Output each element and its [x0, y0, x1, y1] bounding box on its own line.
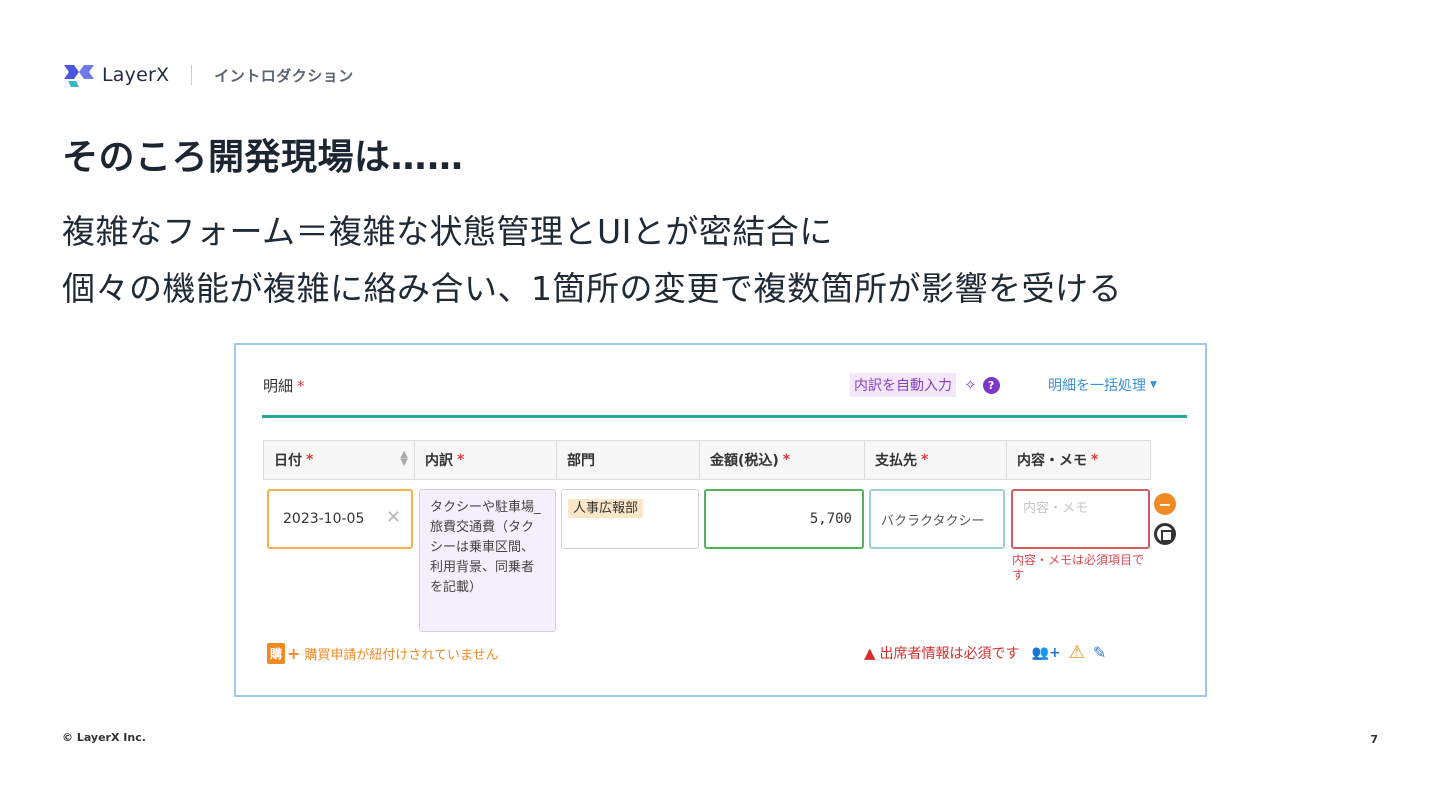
column-header-payee: 支払先 * — [865, 441, 1007, 479]
warning-icon: ▲ — [864, 643, 876, 662]
section-heading-label: 明細 — [263, 377, 294, 395]
bulk-process-dropdown[interactable]: 明細を一括処理 ▼ — [1048, 375, 1157, 395]
attendee-warning-text: 出席者情報は必須です — [879, 645, 1020, 662]
breakdown-select[interactable]: タクシーや駐車場_旅費交通費（タクシーは乗車区間、利用背景、同乗者を記載） — [419, 489, 556, 632]
auto-input-button[interactable]: 内訳を自動入力 ✧ ? — [850, 373, 1000, 397]
department-select[interactable]: 人事広報部 — [561, 489, 699, 549]
slide-title: そのころ開発現場は…… — [62, 137, 464, 178]
magic-wand-icon: ✧ — [964, 376, 977, 394]
column-label: 金額(税込) — [710, 453, 779, 469]
sort-icon[interactable]: ▲ ▼ — [400, 450, 408, 468]
caret-down-icon: ▼ — [1150, 380, 1157, 390]
date-value: 2023-10-05 — [283, 511, 365, 527]
attendee-warning: ▲ 出席者情報は必須です 👥+ ⚠ ✎ — [864, 642, 1106, 663]
slide-header: LayerX イントロダクション — [62, 60, 354, 90]
column-header-date[interactable]: 日付 * ▲ ▼ — [264, 441, 415, 479]
amount-value: 5,700 — [809, 511, 852, 527]
memo-error-message: 内容・メモは必須項目です — [1012, 553, 1145, 582]
edit-icon[interactable]: ✎ — [1093, 643, 1106, 662]
copy-row-icon[interactable] — [1154, 523, 1176, 545]
column-label: 支払先 — [875, 453, 917, 469]
column-label: 日付 — [274, 453, 302, 469]
column-label: 内容・メモ — [1017, 453, 1087, 469]
subtitle-line-1: 複雑なフォーム＝複雑な状態管理とUIとが密結合に — [62, 212, 833, 251]
memo-input[interactable]: 内容・メモ — [1011, 489, 1150, 549]
column-header-memo: 内容・メモ * — [1007, 441, 1150, 479]
payee-input[interactable]: バクラクタクシー — [869, 489, 1005, 549]
required-mark: * — [921, 452, 929, 468]
column-header-amount: 金額(税込) * — [700, 441, 865, 479]
payee-value: バクラクタクシー — [881, 513, 985, 529]
memo-placeholder: 内容・メモ — [1023, 501, 1089, 516]
copyright: © LayerX Inc. — [62, 731, 146, 744]
amount-input[interactable]: 5,700 — [704, 489, 864, 549]
required-mark: * — [782, 452, 791, 468]
layerx-logo-icon — [64, 65, 94, 87]
remove-row-icon[interactable]: − — [1154, 493, 1176, 515]
column-label: 内訳 — [425, 453, 453, 469]
auto-input-label: 内訳を自動入力 — [850, 373, 956, 397]
section-heading: 明細 * — [263, 375, 305, 396]
purchase-icon: 購 — [267, 643, 286, 664]
section-label: イントロダクション — [214, 66, 354, 85]
column-header-department: 部門 — [557, 441, 700, 479]
bulk-process-label: 明細を一括処理 — [1048, 378, 1146, 394]
purchase-link-button[interactable]: 購 + 購買申請が紐付けされていません — [267, 643, 499, 664]
column-header-breakdown: 内訳 * — [415, 441, 557, 479]
date-input[interactable]: 2023-10-05 ✕ — [267, 489, 413, 549]
logo: LayerX — [62, 61, 169, 89]
help-icon[interactable]: ? — [982, 376, 1000, 394]
logo-text: LayerX — [102, 64, 170, 86]
document-warning-icon[interactable]: ⚠ — [1069, 642, 1085, 663]
subtitle-line-2: 個々の機能が複雑に絡み合い、1箇所の変更で複数箇所が影響を受ける — [62, 269, 1122, 308]
department-tag: 人事広報部 — [568, 499, 644, 518]
column-label: 部門 — [567, 453, 595, 469]
form-screenshot: 明細 * 内訳を自動入力 ✧ ? 明細を一括処理 ▼ 日付 * ▲ ▼ 内訳 * 部門 … — [234, 343, 1207, 697]
clear-icon[interactable]: ✕ — [386, 507, 401, 528]
purchase-status-text: 購買申請が紐付けされていません — [304, 648, 499, 663]
page-number: 7 — [1370, 733, 1378, 746]
required-mark: * — [1091, 452, 1099, 468]
plus-icon: + — [287, 644, 301, 663]
required-mark: * — [297, 377, 305, 395]
required-mark: * — [457, 452, 465, 468]
header-divider — [191, 65, 193, 85]
breakdown-value: タクシーや駐車場_旅費交通費（タクシーは乗車区間、利用背景、同乗者を記載） — [430, 500, 541, 595]
required-mark: * — [306, 452, 314, 468]
add-attendee-icon[interactable]: 👥+ — [1032, 645, 1061, 661]
table-header: 日付 * ▲ ▼ 内訳 * 部門 金額(税込) * 支払先 * 内容・メモ * — [263, 440, 1151, 480]
section-divider — [262, 415, 1187, 418]
